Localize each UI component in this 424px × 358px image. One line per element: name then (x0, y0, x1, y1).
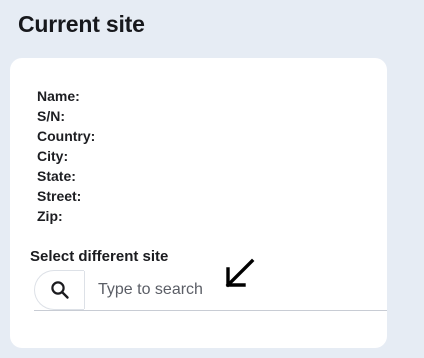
info-row-city: City: (37, 147, 107, 167)
info-row-serial: S/N: (37, 107, 107, 127)
site-search-input[interactable] (84, 271, 387, 309)
info-row-zip: Zip: (37, 207, 107, 227)
search-button[interactable] (34, 270, 84, 310)
city-label: City: (37, 148, 69, 164)
country-label: Country: (37, 128, 96, 144)
info-row-state: State: (37, 167, 107, 187)
info-row-name: Name: (37, 87, 107, 107)
site-info-list: Name: S/N: Country: City: State: Street:… (37, 87, 107, 227)
name-label: Name: (37, 88, 80, 104)
search-icon (50, 281, 69, 299)
site-search (34, 270, 387, 311)
street-label: Street: (37, 188, 82, 204)
site-card: Name: S/N: Country: City: State: Street:… (10, 58, 387, 348)
page-title: Current site (18, 11, 145, 37)
zip-label: Zip: (37, 208, 63, 224)
state-label: State: (37, 168, 76, 184)
serial-label: S/N: (37, 108, 65, 124)
info-row-street: Street: (37, 187, 107, 207)
select-site-label: Select different site (30, 248, 169, 265)
info-row-country: Country: (37, 127, 107, 147)
